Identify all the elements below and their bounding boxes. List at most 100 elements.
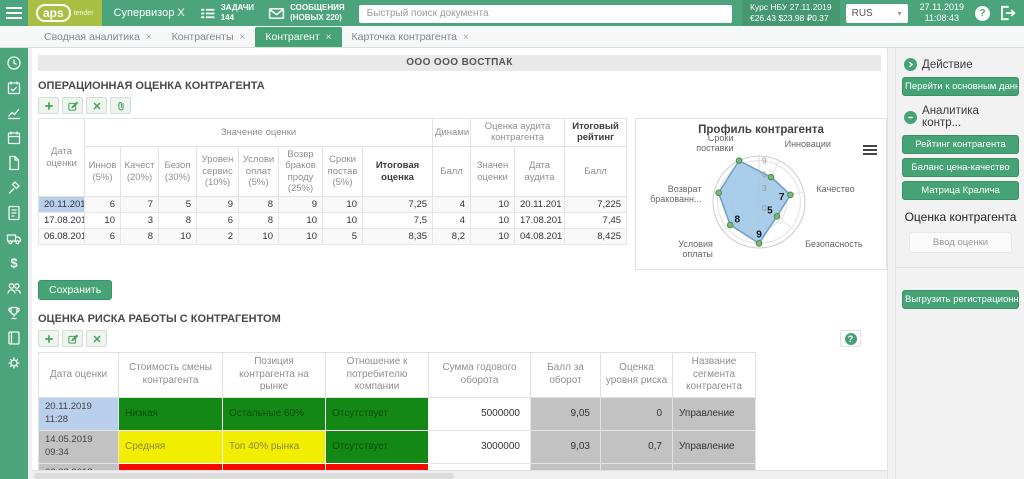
value-cell: 8 xyxy=(120,228,159,246)
users-icon[interactable] xyxy=(6,280,22,296)
add-button[interactable] xyxy=(38,330,59,347)
evaluation-subtitle: Оценка контрагента xyxy=(904,210,1017,224)
trophy-icon[interactable] xyxy=(6,305,22,321)
language-dropdown[interactable]: RUS ▾ xyxy=(845,3,908,23)
audit-value-cell: 10 xyxy=(470,196,516,214)
application-window: aps tender Супервизор X ЗАДАЧИ 144 СООБЩЕ… xyxy=(0,0,1024,479)
quick-search xyxy=(358,3,732,23)
segment-cell: Управление xyxy=(672,396,756,431)
messages-label: СООБЩЕНИЯ xyxy=(290,3,345,12)
relation-cell: Отсутствует xyxy=(325,429,429,464)
chart-menu-icon[interactable] xyxy=(863,143,878,157)
value-cell: 5 xyxy=(322,228,363,246)
export-registration-data-button[interactable]: Выгрузить регистрационные данные xyxy=(902,290,1019,309)
close-icon[interactable]: × xyxy=(240,32,246,43)
table-row[interactable]: 20.11.2019 11:28 Низкая Остальные 60% Отсутс… xyxy=(38,396,756,431)
tab-2[interactable]: Контрагент × xyxy=(255,27,342,47)
add-button[interactable] xyxy=(38,97,59,114)
close-icon[interactable]: × xyxy=(326,32,332,43)
tab-label: Контрагенты xyxy=(171,31,234,43)
table-row[interactable]: 06.08.201803:32ВысокаяТоп 20% рынкаПрямо… xyxy=(38,462,756,470)
relation-cell: Прямое xyxy=(325,462,429,470)
turnover-score-cell: 9,05 xyxy=(530,396,601,431)
close-icon[interactable]: × xyxy=(463,32,469,43)
invoice-icon[interactable] xyxy=(6,205,22,221)
top-header-bar: aps tender Супервизор X ЗАДАЧИ 144 СООБЩЕ… xyxy=(0,0,1024,27)
search-input[interactable] xyxy=(358,4,732,23)
section-title-operational: ОПЕРАЦИОННАЯ ОЦЕНКА КОНТРАГЕНТА xyxy=(38,80,265,92)
menu-hamburger-icon[interactable] xyxy=(0,0,28,26)
cost-cell: Высокая xyxy=(118,462,223,470)
risk-level-cell: 0 xyxy=(600,396,673,431)
action-header-label: Действие xyxy=(922,58,973,71)
value-cell: 10 xyxy=(322,196,363,214)
tab-1[interactable]: Контрагенты × xyxy=(162,27,256,47)
value-cell: 10 xyxy=(322,212,363,230)
logo-primary: aps xyxy=(36,4,71,22)
analytics-section-header[interactable]: Аналитика контр... xyxy=(904,105,1019,129)
horizontal-scrollbar[interactable] xyxy=(32,469,888,479)
svg-text:поставки: поставки xyxy=(696,143,733,153)
tab-0[interactable]: Сводная аналитика × xyxy=(34,27,162,47)
clock-icon[interactable] xyxy=(6,55,22,71)
divider xyxy=(896,267,1024,268)
table-row[interactable]: 14.05.2019 09:34 Средняя Топ 40% рынка Отсут… xyxy=(38,429,756,464)
document-icon[interactable] xyxy=(6,155,22,171)
value-cell: 10 xyxy=(238,228,279,246)
edit-button[interactable] xyxy=(62,97,83,114)
delete-button[interactable] xyxy=(86,97,107,114)
vertical-scrollbar[interactable] xyxy=(887,48,897,479)
currency-line2: €26.43 $23.98 ₽0.37 xyxy=(749,13,829,23)
help-icon[interactable]: ? xyxy=(975,5,990,21)
table-row[interactable]: 20.11.201 6 7 5 9 8 9 10 7,25 4 10 20.11.201 7,225 xyxy=(38,196,628,214)
relation-cell: Отсутствует xyxy=(325,396,429,431)
tab-3[interactable]: Карточка контрагента × xyxy=(342,27,479,47)
dynamic-cell: 4 xyxy=(432,212,472,230)
action-section-header[interactable]: Действие xyxy=(904,58,1019,71)
svg-text:$: $ xyxy=(10,256,18,271)
edit-button[interactable] xyxy=(62,330,83,347)
svg-text:0: 0 xyxy=(762,203,767,213)
operational-evaluation-table: Дата оценки Значение оценки Динами Оценка а… xyxy=(38,117,628,246)
hammer-icon[interactable] xyxy=(6,180,22,196)
col-header: Качест (20%) xyxy=(120,145,159,198)
svg-text:Условия: Условия xyxy=(678,239,713,249)
value-cell: 3 xyxy=(120,212,159,230)
app-logo[interactable]: aps tender xyxy=(28,0,102,26)
col-header: Возвр браков проду (25%) xyxy=(278,145,323,198)
attach-button[interactable] xyxy=(110,97,131,114)
dollar-icon[interactable]: $ xyxy=(6,255,22,271)
save-button[interactable]: Сохранить xyxy=(38,280,113,300)
chart-line-icon[interactable] xyxy=(6,105,22,121)
tab-bar: Сводная аналитика × Контрагенты × Контрагент… xyxy=(0,26,1024,48)
delete-button[interactable] xyxy=(86,330,107,347)
date-label: 27.11.2019 xyxy=(919,1,964,12)
tasks-button[interactable]: ЗАДАЧИ 144 xyxy=(199,3,254,23)
svg-text:Безопасность: Безопасность xyxy=(805,239,863,249)
value-cell: 6 xyxy=(196,212,239,230)
chevron-right-circle-icon xyxy=(904,58,918,71)
help-button[interactable]: ? xyxy=(840,330,862,347)
date-cell: 20.11.201 xyxy=(38,196,85,214)
logout-icon[interactable] xyxy=(998,4,1016,22)
turnover-sum-cell: 3000000 xyxy=(428,429,531,464)
messages-button[interactable]: СООБЩЕНИЯ (новых 220) xyxy=(268,3,345,23)
journal-icon[interactable] xyxy=(6,330,22,346)
close-icon[interactable]: × xyxy=(146,32,152,43)
goto-main-data-button[interactable]: Перейти к основным данным xyxy=(902,77,1019,96)
current-user-label[interactable]: Супервизор X xyxy=(114,7,185,19)
analytics-button-0[interactable]: Рейтинг контрагента xyxy=(902,135,1019,154)
truck-icon[interactable] xyxy=(6,230,22,246)
calendar-check-icon[interactable] xyxy=(6,80,22,96)
input-score-button[interactable]: Ввод оценки xyxy=(909,232,1012,253)
total-rating-cell: 7,45 xyxy=(564,212,628,230)
main-content: ООО ООО ВОСТПАК ОПЕРАЦИОННАЯ ОЦЕНКА КОНТ… xyxy=(32,48,888,470)
analytics-button-2[interactable]: Матрица Кралича xyxy=(902,181,1019,200)
table-row[interactable]: 17.08.201 10 3 8 6 8 10 10 7,5 4 10 17.08.201 7,45 xyxy=(38,212,628,230)
value-cell: 10 xyxy=(278,212,323,230)
gears-icon[interactable] xyxy=(6,355,22,371)
table-row[interactable]: 06.08.201 6 8 10 2 10 10 5 8,35 8,2 10 04.08.201 8,4… xyxy=(38,228,628,246)
analytics-button-1[interactable]: Баланс цена-качество xyxy=(902,158,1019,177)
position-cell: Топ 40% рынка xyxy=(222,429,326,464)
calendar-icon[interactable] xyxy=(6,130,22,146)
